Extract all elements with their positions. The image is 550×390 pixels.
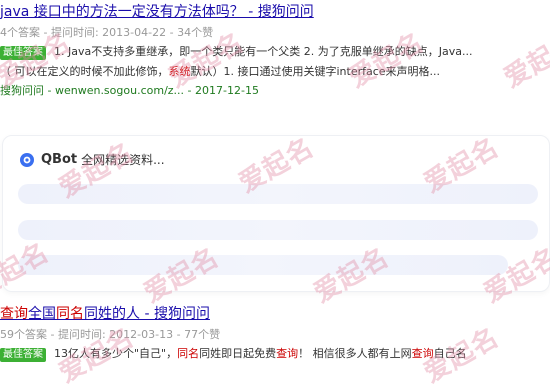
text-segment: 自己名 xyxy=(433,347,467,360)
question-time: 提问时间: 2013-04-22 xyxy=(50,26,167,39)
answers-count: 4个答案 xyxy=(0,26,40,39)
search-result-1: java 接口中的方法一定没有方法体吗？ - 搜狗问问 4个答案 - 提问时间:… xyxy=(0,2,550,98)
loading-skeleton-line xyxy=(18,184,538,204)
likes-count: 34个赞 xyxy=(177,26,214,39)
text-segment: 1. Java不支持多重继承，即一个类只能有一个父类 2. 为了克服单继承的缺点… xyxy=(54,45,473,58)
qbot-status-text: 全网精选资料... xyxy=(81,153,165,167)
best-answer-badge: 最佳答案 xyxy=(0,46,46,60)
highlighted-keyword: 系统 xyxy=(168,65,191,78)
text-segment: ！ 相信很多人都有上网 xyxy=(298,347,412,360)
text-segment: 默认）1. 接口通过使用关键字interface来声明格... xyxy=(190,65,441,78)
qbot-card: QBot 全网精选资料... xyxy=(2,135,550,292)
answer-text-line-1: 1. Java不支持多重继承，即一个类只能有一个父类 2. 为了克服单继承的缺点… xyxy=(54,45,472,58)
result-title-link[interactable]: 查询全国同名同姓的人 - 搜狗问问 xyxy=(0,304,550,324)
text-segment: 同姓的人 - 搜狗问问 xyxy=(84,306,210,322)
source-link[interactable]: 搜狗问问 - wenwen.sogou.com/z... xyxy=(0,84,184,97)
best-answer-badge: 最佳答案 xyxy=(0,348,46,362)
likes-count: 77个赞 xyxy=(184,328,221,341)
loading-skeleton-line xyxy=(18,255,508,275)
qbot-name: QBot xyxy=(41,152,78,167)
text-segment: 同姓即日起免费 xyxy=(199,347,277,360)
result-title-link[interactable]: java 接口中的方法一定没有方法体吗？ - 搜狗问问 xyxy=(0,2,550,22)
highlighted-keyword: 同名 xyxy=(177,347,200,360)
result-meta: 4个答案 - 提问时间: 2013-04-22 - 34个赞 xyxy=(0,26,214,39)
highlighted-keyword: 查询 xyxy=(0,306,28,322)
qbot-logo-icon xyxy=(20,152,34,167)
highlighted-keyword: 查询 xyxy=(411,347,434,360)
result-source: 搜狗问问 - wenwen.sogou.com/z... - 2017-12-1… xyxy=(0,84,259,97)
question-time: 提问时间: 2012-03-13 xyxy=(57,328,174,341)
text-segment: java 接口中的方法一定没有方法体吗？ - 搜狗问问 xyxy=(0,4,314,20)
answers-count: 59个答案 xyxy=(0,328,47,341)
loading-skeleton-line xyxy=(18,220,538,240)
text-segment: （ 可以在定义的时候不加此修饰， xyxy=(0,65,169,78)
search-result-2: 查询全国同名同姓的人 - 搜狗问问 59个答案 - 提问时间: 2012-03-… xyxy=(0,304,550,364)
qbot-header: QBot 全网精选资料... xyxy=(19,151,165,168)
result-meta: 59个答案 - 提问时间: 2012-03-13 - 77个赞 xyxy=(0,328,221,341)
answer-text-line-1: 13亿人有多少个"自己"，同名同姓即日起免费查询！ 相信很多人都有上网查询自己名 xyxy=(54,347,467,360)
best-answer-snippet: 最佳答案 13亿人有多少个"自己"，同名同姓即日起免费查询！ 相信很多人都有上网查… xyxy=(0,344,550,364)
text-segment: 全国 xyxy=(28,306,56,322)
highlighted-keyword: 同名 xyxy=(56,306,84,322)
text-segment: 13亿人有多少个"自己"， xyxy=(54,347,178,360)
highlighted-keyword: 查询 xyxy=(276,347,299,360)
answer-text-line-2: （ 可以在定义的时候不加此修饰，系统默认）1. 接口通过使用关键字interfa… xyxy=(0,62,550,82)
best-answer-snippet: 最佳答案 1. Java不支持多重继承，即一个类只能有一个父类 2. 为了克服单继… xyxy=(0,42,550,82)
source-date: 2017-12-15 xyxy=(195,84,259,97)
